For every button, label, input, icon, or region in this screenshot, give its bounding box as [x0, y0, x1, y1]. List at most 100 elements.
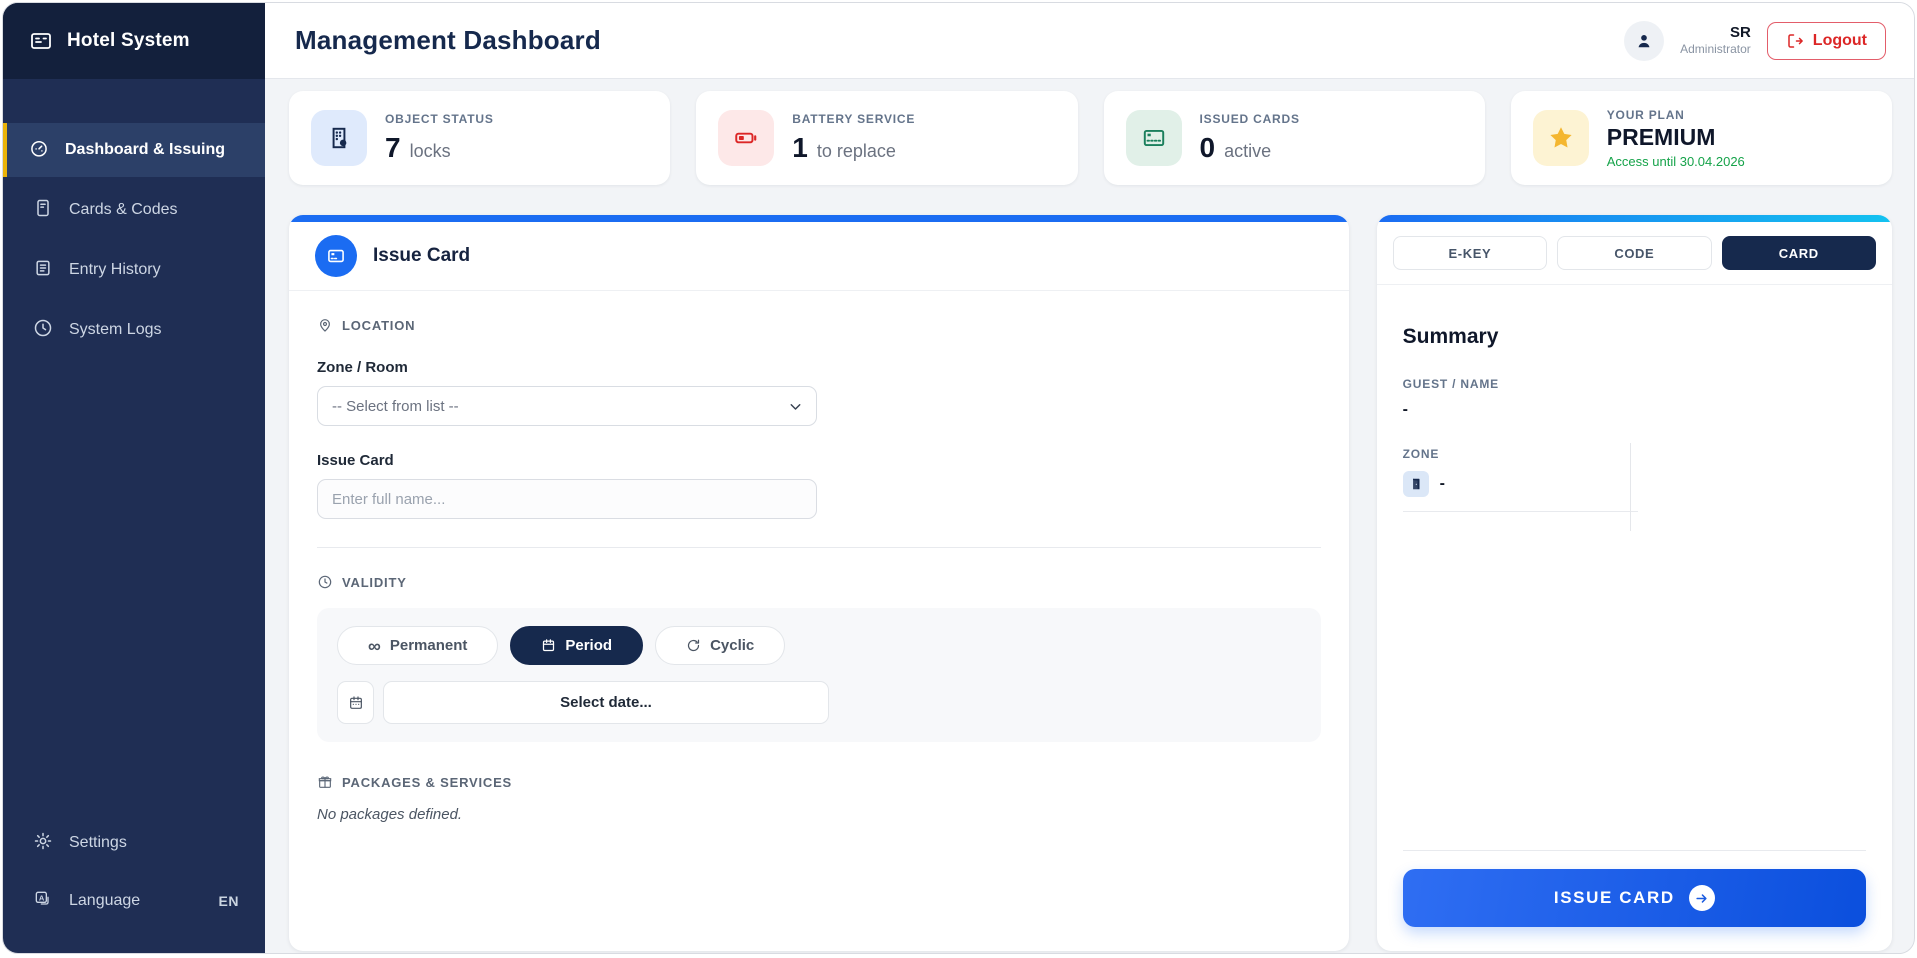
- page-title: Management Dashboard: [295, 25, 601, 56]
- sidebar-item-language[interactable]: A Language EN: [3, 875, 265, 927]
- infinity-icon: ∞: [368, 637, 381, 655]
- section-divider: [317, 547, 1321, 548]
- translate-icon: A: [33, 889, 53, 914]
- issue-card-body: LOCATION Zone / Room -- Select from list…: [289, 291, 1349, 951]
- sidebar-item-entry-history[interactable]: Entry History: [3, 243, 265, 297]
- app-logo: Hotel System: [3, 3, 265, 79]
- issue-card-submit-button[interactable]: ISSUE CARD: [1403, 869, 1866, 927]
- packages-section-header: PACKAGES & SERVICES: [317, 774, 1321, 790]
- avatar[interactable]: [1624, 21, 1664, 61]
- packages-section-label: PACKAGES & SERVICES: [342, 775, 512, 790]
- tab-ekey[interactable]: E-KEY: [1393, 236, 1547, 270]
- svg-text:A: A: [39, 893, 45, 902]
- main-area: Management Dashboard SR Administrator Lo…: [265, 3, 1914, 953]
- cyclic-refresh-icon: [686, 638, 701, 653]
- submit-divider: [1403, 850, 1866, 851]
- stat-unit: locks: [410, 141, 451, 162]
- validity-permanent-button[interactable]: ∞ Permanent: [337, 626, 498, 665]
- card-circle-icon: [315, 235, 357, 277]
- app-title: Hotel System: [67, 30, 190, 52]
- panels-row: Issue Card LOCATION Zone / Room -: [289, 215, 1892, 951]
- stat-unit: to replace: [817, 141, 896, 162]
- issue-card-submit-label: ISSUE CARD: [1554, 888, 1675, 908]
- stat-card-battery-service: BATTERY SERVICE 1 to replace: [696, 91, 1077, 185]
- validity-section-header: VALIDITY: [317, 574, 1321, 590]
- zone-room-select-value: -- Select from list --: [332, 398, 459, 415]
- sidebar-item-label: Entry History: [69, 261, 161, 279]
- language-badge: EN: [219, 893, 239, 909]
- issue-card-title: Issue Card: [373, 245, 470, 267]
- card-ticket-icon: [33, 198, 53, 223]
- top-header: Management Dashboard SR Administrator Lo…: [265, 3, 1914, 79]
- hotel-logo-icon: [29, 29, 53, 53]
- keycard-icon: [1126, 110, 1182, 166]
- logout-icon: [1786, 32, 1804, 50]
- stat-card-plan: YOUR PLAN PREMIUM Access until 30.04.202…: [1511, 91, 1892, 185]
- validity-period-button[interactable]: Period: [510, 626, 643, 665]
- guest-name-input[interactable]: [317, 479, 817, 519]
- summary-column-divider: [1630, 443, 1631, 531]
- select-date-button[interactable]: Select date...: [383, 681, 829, 724]
- user-role: Administrator: [1680, 42, 1751, 57]
- sidebar-item-settings[interactable]: Settings: [3, 817, 265, 869]
- stat-text: OBJECT STATUS 7 locks: [385, 112, 494, 164]
- panel-accent-bar: [289, 215, 1349, 222]
- zone-room-label: Zone / Room: [317, 359, 1321, 376]
- sidebar: Hotel System Dashboard & Issuing Cards &…: [3, 3, 265, 953]
- plan-text: YOUR PLAN PREMIUM Access until 30.04.202…: [1607, 108, 1745, 169]
- star-icon: [1533, 110, 1589, 166]
- stat-value: 1: [792, 132, 808, 164]
- logout-button[interactable]: Logout: [1767, 22, 1886, 60]
- stat-text: BATTERY SERVICE 1 to replace: [792, 112, 915, 164]
- sidebar-item-system-logs[interactable]: System Logs: [3, 303, 265, 357]
- sidebar-item-label: Settings: [69, 834, 127, 852]
- building-icon: [311, 110, 367, 166]
- calendar-picker-icon[interactable]: [337, 681, 374, 724]
- chevron-down-icon: [787, 398, 804, 419]
- calendar-icon: [541, 638, 556, 653]
- validity-options: ∞ Permanent Period: [337, 626, 1301, 665]
- stat-text: ISSUED CARDS 0 active: [1200, 112, 1300, 164]
- stat-card-object-status: OBJECT STATUS 7 locks: [289, 91, 670, 185]
- clock-icon: [33, 318, 53, 343]
- sidebar-item-label: Language: [69, 892, 140, 910]
- zone-room-select[interactable]: -- Select from list --: [317, 386, 817, 426]
- location-section-header: LOCATION: [317, 317, 1321, 333]
- header-user-area: SR Administrator Logout: [1624, 21, 1886, 61]
- user-meta: SR Administrator: [1680, 24, 1751, 58]
- validity-box: ∞ Permanent Period: [317, 608, 1321, 742]
- dashboard-gauge-icon: [29, 138, 49, 163]
- validity-option-label: Cyclic: [710, 637, 754, 654]
- validity-cyclic-button[interactable]: Cyclic: [655, 626, 785, 665]
- sidebar-item-dashboard-issuing[interactable]: Dashboard & Issuing: [3, 123, 265, 177]
- issue-card-header: Issue Card: [289, 222, 1349, 291]
- tab-card[interactable]: CARD: [1722, 236, 1876, 270]
- date-row: Select date...: [337, 681, 1301, 724]
- tab-code[interactable]: CODE: [1557, 236, 1711, 270]
- sidebar-footer: Settings A Language EN: [3, 817, 265, 953]
- gear-icon: [33, 831, 53, 856]
- door-icon: [1403, 471, 1429, 497]
- credential-tabs: E-KEY CODE CARD: [1377, 222, 1892, 285]
- location-section-label: LOCATION: [342, 318, 415, 333]
- validity-section-label: VALIDITY: [342, 575, 407, 590]
- sidebar-item-label: Cards & Codes: [69, 201, 178, 219]
- guest-name-summary-label: GUEST / NAME: [1403, 377, 1866, 391]
- arrow-right-icon: [1689, 885, 1715, 911]
- stat-label: OBJECT STATUS: [385, 112, 494, 126]
- user-icon: [1634, 31, 1654, 51]
- sidebar-nav: Dashboard & Issuing Cards & Codes Entry …: [3, 79, 265, 817]
- logout-label: Logout: [1813, 32, 1867, 50]
- panel-accent-bar-gradient: [1377, 215, 1892, 222]
- clock-icon: [317, 574, 333, 590]
- packages-empty-note: No packages defined.: [317, 806, 1321, 823]
- sidebar-item-label: System Logs: [69, 321, 161, 339]
- zone-summary-value: -: [1440, 475, 1445, 493]
- sidebar-item-cards-codes[interactable]: Cards & Codes: [3, 183, 265, 237]
- gift-icon: [317, 774, 333, 790]
- zone-summary-block: -: [1403, 461, 1638, 512]
- stat-unit: active: [1224, 141, 1271, 162]
- validity-option-label: Period: [565, 637, 612, 654]
- map-pin-icon: [317, 317, 333, 333]
- stat-value: 0: [1200, 132, 1216, 164]
